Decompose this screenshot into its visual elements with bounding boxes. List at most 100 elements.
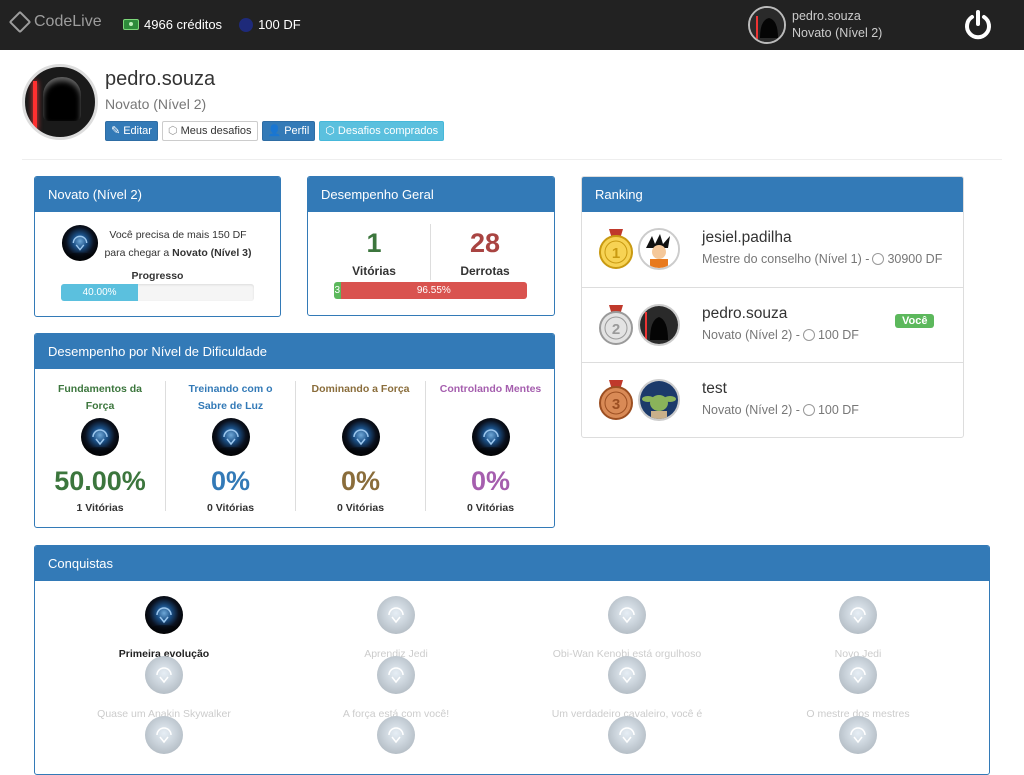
ranking-username[interactable]: test [702, 380, 727, 398]
ranking-df: 100 DF [817, 403, 859, 417]
difficulty-panel-title: Desempenho por Nível de Dificuldade [35, 334, 554, 369]
ranking-level: Mestre do conselho (Nível 1) - 30900 DF [702, 252, 942, 266]
profile-name: pedro.souza [105, 68, 216, 90]
difficulty-column: Dominando a Força 0% 0 Vitórias [295, 381, 425, 514]
difficulty-title: Treinando com o Sabre de Luz [188, 383, 273, 412]
difficulty-title: Dominando a Força [311, 383, 410, 395]
ranking-row[interactable]: 2 pedro.souza Novato (Nível 2) - 100 DF Você [582, 287, 963, 362]
my-challenges-button[interactable]: ⬡ Meus desafios [161, 121, 258, 141]
difficulty-title: Controlando Mentes [439, 383, 542, 395]
achievement-locked-icon [607, 715, 647, 755]
achievements-panel-title: Conquistas [35, 546, 989, 581]
progress-label: Progresso [131, 270, 184, 282]
medal-rank: 1 [612, 245, 620, 262]
achievement-item: Quase um Anakin Skywalker [54, 655, 274, 720]
profile-button-label: Perfil [284, 125, 310, 137]
overall-performance-panel: Desempenho Geral 1 Vitórias 28 Derrotas … [307, 176, 555, 316]
achievement-orb-icon [144, 595, 184, 635]
ranking-username[interactable]: pedro.souza [702, 305, 787, 323]
wins-count: 1 [366, 228, 382, 258]
overall-panel-title: Desempenho Geral [308, 177, 554, 212]
medal-icon: 1 [599, 229, 633, 269]
achievement-locked-icon [838, 595, 878, 635]
medal-rank: 2 [612, 321, 620, 338]
medal-icon: 2 [599, 305, 633, 345]
codelive-logo-icon [8, 10, 32, 34]
brand-name: CodeLive [34, 13, 102, 30]
difficulty-orb-icon [471, 417, 511, 457]
difficulty-column: Controlando Mentes 0% 0 Vitórias [425, 381, 554, 514]
achievement-item [286, 715, 506, 768]
ranking-level-text: Novato (Nível 2) - [702, 403, 800, 417]
user-icon: 👤 [267, 125, 282, 137]
achievement-locked-icon [376, 715, 416, 755]
achievement-item: Obi-Wan Kenobi está orgulhoso [517, 595, 737, 660]
coin-icon: ⬡ [325, 125, 335, 137]
avatar [638, 228, 680, 270]
df-coin-icon [802, 329, 815, 341]
brand-link[interactable]: CodeLive [8, 10, 102, 34]
difficulty-percentage: 0% [210, 466, 251, 496]
ranking-row[interactable]: 3 test Novato (Nível 2) - 100 DF [582, 362, 963, 437]
df-count: 100 DF [258, 17, 301, 32]
you-badge: Você [895, 314, 935, 328]
ranking-df: 30900 DF [887, 252, 943, 266]
losses-count: 28 [469, 228, 501, 258]
ranking-level-text: Mestre do conselho (Nível 1) - [702, 252, 870, 266]
win-loss-bar: 3 96.55% [334, 282, 527, 299]
ranking-df: 100 DF [817, 328, 859, 342]
df-coin-icon [802, 404, 815, 416]
avatar [638, 304, 680, 346]
achievement-locked-icon [144, 715, 184, 755]
profile-level: Novato (Nível 2) [105, 96, 207, 112]
level-text-prefix: para chegar a [104, 247, 173, 259]
loss-ratio-fill: 96.55% [340, 282, 527, 299]
achievement-item: Novo Jedi [748, 595, 968, 660]
losses-label: Derrotas [460, 264, 510, 278]
difficulty-orb-icon [211, 417, 251, 457]
level-panel: Novato (Nível 2) Você precisa de mais 15… [34, 176, 281, 317]
df-coin-icon [872, 253, 885, 265]
edit-button-label: Editar [123, 125, 152, 137]
ranking-row[interactable]: 1 jesiel.padilha Mestre do conselho (Nível… [582, 212, 963, 287]
df-coin-icon [239, 17, 254, 32]
power-icon[interactable] [962, 9, 994, 41]
level-text-line1: Você precisa de mais 150 DF [109, 229, 247, 241]
achievement-item: Um verdadeiro cavaleiro, você é [517, 655, 737, 720]
difficulty-wins: 0 Vitórias [206, 502, 255, 514]
achievement-locked-icon [838, 655, 878, 695]
medal-rank: 3 [612, 396, 620, 413]
topbar-username: pedro.souza [792, 9, 861, 23]
bought-challenges-button[interactable]: ⬡ Desafios comprados [319, 121, 445, 141]
difficulty-performance-panel: Desempenho por Nível de Dificuldade Fund… [34, 333, 555, 528]
achievements-panel: Conquistas Primeira evolução Aprendiz Jed… [34, 545, 990, 775]
money-icon [123, 19, 139, 30]
achievement-item: Aprendiz Jedi [286, 595, 506, 660]
edit-button[interactable]: ✎ Editar [105, 121, 158, 141]
difficulty-orb-icon [341, 417, 381, 457]
ranking-panel: Ranking 1 jesiel.padilha Mestre do conselh… [581, 176, 964, 438]
difficulty-wins: 0 Vitórias [466, 502, 515, 514]
losses-stat: 28 Derrotas [425, 226, 545, 278]
level-progress-bar: 40.00% [61, 284, 254, 301]
difficulty-wins: 1 Vitórias [76, 502, 124, 514]
user-menu[interactable]: pedro.souza Novato (Nível 2) [748, 6, 882, 44]
ranking-username[interactable]: jesiel.padilha [702, 229, 792, 247]
difficulty-wins: 0 Vitórias [336, 502, 385, 514]
level-progress-fill: 40.00% [61, 284, 139, 301]
profile-button[interactable]: 👤 Perfil [261, 121, 316, 141]
avatar [638, 379, 680, 421]
profile-header: pedro.souza Novato (Nível 2) ✎ Editar ⬡ … [22, 64, 1002, 160]
bought-challenges-label: Desafios comprados [337, 125, 439, 137]
profile-avatar [22, 64, 98, 140]
achievement-locked-icon [144, 655, 184, 695]
ranking-level-text: Novato (Nível 2) - [702, 328, 800, 342]
difficulty-percentage: 0% [340, 466, 381, 496]
achievement-item [54, 715, 274, 768]
difficulty-orb-icon [80, 417, 120, 457]
difficulty-column: Fundamentos da Força 50.00% 1 Vitórias [35, 381, 165, 514]
level-orb-icon [61, 224, 99, 262]
wins-label: Vitórias [352, 264, 396, 278]
my-challenges-label: Meus desafios [180, 125, 252, 137]
wallet-summary: 4966 créditos 100 DF [123, 17, 301, 32]
